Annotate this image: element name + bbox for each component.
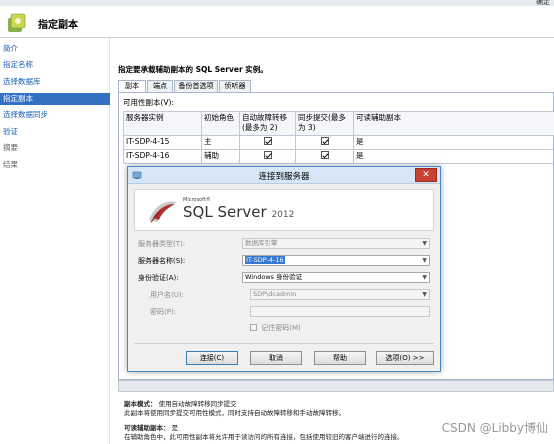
server-name-combobox[interactable]: IT-SDP-4-16 ▼ [242, 255, 430, 266]
replica-mode-text: 使用自动故障转移同步提交 [158, 400, 237, 408]
authentication-select[interactable]: Windows 身份验证 ▼ [242, 272, 430, 283]
wizard-header: 指定副本 [0, 6, 554, 38]
readable-value: 是 [171, 424, 179, 432]
page-title: 指定副本 [38, 20, 78, 31]
server-name-value: IT-SDP-4-16 [245, 256, 285, 264]
sidebar-item-results: 结果 [3, 160, 18, 169]
sidebar-item-select-databases[interactable]: 选择数据库 [0, 76, 110, 88]
sidebar-item-specify-replicas[interactable]: 指定副本 [0, 93, 110, 105]
auto-failover-checkbox[interactable] [263, 151, 272, 159]
available-replicas-label: 可用性副本(V): [123, 98, 175, 107]
cell-auto-failover [239, 135, 296, 150]
remember-password-option: 记住密码(M) [250, 323, 301, 333]
wizard-logo-icon [8, 13, 26, 32]
column-header-sync-commit: 同步提交(最多为 3) [295, 111, 354, 136]
options-button[interactable]: 选项(O) >> [376, 351, 434, 365]
cell-sync-commit [295, 135, 354, 150]
readable-detail: 在辅助角色中，此可用性副本将允许用于读访问的所有连接，包括使用较旧的客户端进行的… [124, 433, 404, 441]
product-year: 2012 [271, 210, 295, 220]
column-header-auto-failover: 自动故障转移(最多为 2) [239, 111, 296, 136]
table-row[interactable]: IT-SDP-4-16 辅助 是 [123, 149, 554, 164]
dialog-separator [134, 343, 434, 344]
cell-readable-secondary[interactable]: 是 [353, 135, 554, 150]
chevron-down-icon: ▼ [422, 240, 427, 247]
sql-server-logo-icon [149, 201, 177, 223]
tab-backup-preferences[interactable]: 备份首选项 [174, 80, 218, 92]
chevron-down-icon[interactable]: ▼ [422, 256, 427, 265]
password-field [250, 306, 430, 317]
sidebar-item-intro[interactable]: 简介 [0, 43, 110, 55]
cell-auto-failover [239, 149, 296, 164]
server-type-select: 数据库引擎 ▼ [242, 238, 430, 249]
column-header-server-instance: 服务器实例 [123, 111, 202, 136]
table-header-row: 服务器实例 初始角色 自动故障转移(最多为 2) 同步提交(最多为 3) 可读辅… [123, 111, 554, 136]
authentication-label: 身份验证(A): [138, 274, 179, 282]
remember-password-checkbox [250, 324, 257, 331]
instruction-text: 指定要承载辅助副本的 SQL Server 实例。 [118, 65, 268, 74]
server-type-label: 服务器类型(T): [138, 240, 186, 248]
username-value: SDP\dcadmin [253, 290, 297, 298]
replica-mode-description: 副本模式： 使用自动故障转移同步提交 [124, 400, 237, 408]
wizard-sidebar: 简介 指定名称 选择数据库 指定副本 选择数据同步 验证 摘要 结果 [0, 38, 110, 444]
product-label: SQL Server 2012 [183, 203, 294, 221]
product-name: SQL Server [183, 203, 267, 221]
panel-bottom-bar [118, 380, 554, 392]
cell-readable-secondary[interactable]: 是 [353, 149, 554, 164]
authentication-value: Windows 身份验证 [245, 273, 303, 281]
sidebar-item-data-sync[interactable]: 选择数据同步 [0, 109, 110, 121]
replica-mode-detail: 此副本将使用同步提交可用性模式，同时支持自动故障转移和手动故障转移。 [124, 409, 345, 417]
cell-server-instance: IT-SDP-4-16 [123, 149, 202, 164]
sidebar-item-summary: 摘要 [3, 143, 18, 152]
connect-button[interactable]: 连接(C) [186, 351, 238, 365]
help-button[interactable]: 帮助 [314, 351, 366, 365]
sidebar-item-validation[interactable]: 验证 [0, 126, 110, 138]
dialog-titlebar[interactable]: 连接到服务器 ✕ [128, 167, 440, 184]
sql-server-banner: Microsoft® SQL Server 2012 [134, 189, 434, 231]
tab-endpoints[interactable]: 端点 [147, 80, 173, 92]
cancel-button[interactable]: 取消 [250, 351, 302, 365]
cell-initial-role: 主 [201, 135, 240, 150]
sync-commit-checkbox[interactable] [320, 137, 329, 145]
chevron-down-icon[interactable]: ▼ [422, 273, 427, 282]
column-header-initial-role: 初始角色 [201, 111, 240, 136]
cell-server-instance: IT-SDP-4-15 [123, 135, 202, 150]
username-label: 用户名(U): [150, 291, 184, 299]
column-header-readable-secondary: 可读辅助副本 [353, 111, 554, 136]
watermark: CSDN @Libby博仙 [441, 421, 548, 435]
replica-mode-title: 副本模式： [124, 400, 157, 408]
server-name-label: 服务器名称(S): [138, 257, 186, 265]
readable-description: 可读辅助副本： 是 [124, 424, 178, 432]
auto-failover-checkbox[interactable] [263, 137, 272, 145]
cell-sync-commit [295, 149, 354, 164]
remember-password-label: 记住密码(M) [261, 324, 301, 332]
password-label: 密码(P): [150, 308, 177, 316]
server-type-value: 数据库引擎 [245, 239, 278, 247]
connect-to-server-dialog: 连接到服务器 ✕ Microsoft® SQL Server 2012 服务器类… [127, 166, 441, 372]
username-select: SDP\dcadmin ▼ [250, 289, 430, 300]
cell-initial-role: 辅助 [201, 149, 240, 164]
chevron-down-icon: ▼ [422, 291, 427, 298]
tab-listener[interactable]: 侦听器 [219, 80, 251, 92]
dialog-title: 连接到服务器 [258, 172, 310, 182]
readable-title: 可读辅助副本： [124, 424, 170, 432]
close-icon[interactable]: ✕ [415, 168, 437, 182]
sidebar-item-specify-name[interactable]: 指定名称 [0, 59, 110, 71]
sync-commit-checkbox[interactable] [320, 151, 329, 159]
replicas-table: 服务器实例 初始角色 自动故障转移(最多为 2) 同步提交(最多为 3) 可读辅… [123, 111, 554, 164]
table-row[interactable]: IT-SDP-4-15 主 是 [123, 135, 554, 150]
